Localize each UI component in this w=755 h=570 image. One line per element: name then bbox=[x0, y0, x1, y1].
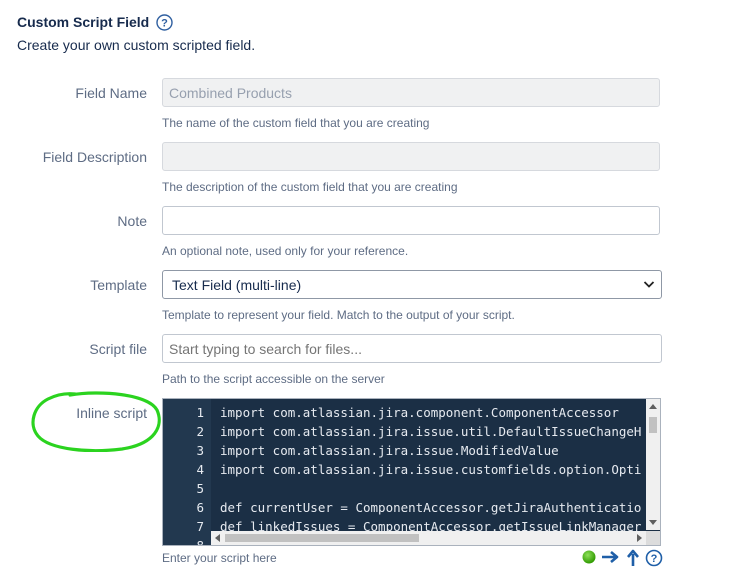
script-file-description: Path to the script accessible on the ser… bbox=[162, 372, 385, 386]
code-line[interactable]: import com.atlassian.jira.issue.Modified… bbox=[220, 443, 559, 458]
annotation-circle bbox=[31, 391, 161, 452]
note-label: Note bbox=[117, 213, 147, 229]
line-number: 1 bbox=[196, 405, 204, 420]
inline-script-description: Enter your script here bbox=[162, 551, 277, 565]
code-line[interactable]: import com.atlassian.jira.issue.customfi… bbox=[220, 462, 641, 477]
template-select[interactable]: Text Field (multi-line) bbox=[162, 270, 662, 299]
template-description: Template to represent your field. Match … bbox=[162, 308, 515, 322]
line-number: 4 bbox=[196, 462, 204, 477]
scroll-up-icon[interactable] bbox=[649, 403, 657, 409]
field-description-label: Field Description bbox=[42, 149, 147, 165]
line-number: 5 bbox=[196, 481, 204, 496]
horizontal-scroll-thumb[interactable] bbox=[225, 534, 419, 542]
arrow-up-icon[interactable] bbox=[625, 549, 641, 567]
code-editor[interactable]: 1 2 3 4 5 6 7 8 import com.atlassian.jir… bbox=[162, 398, 661, 546]
horizontal-scrollbar[interactable] bbox=[211, 531, 646, 545]
code-line[interactable]: import com.atlassian.jira.issue.util.Def… bbox=[220, 424, 641, 439]
page-subtitle: Create your own custom scripted field. bbox=[17, 37, 256, 53]
svg-text:?: ? bbox=[161, 18, 168, 30]
help-icon[interactable]: ? bbox=[156, 14, 173, 31]
line-number: 3 bbox=[196, 443, 204, 458]
code-line[interactable]: import com.atlassian.jira.component.Comp… bbox=[220, 405, 619, 420]
note-description: An optional note, used only for your ref… bbox=[162, 244, 409, 258]
field-name-label: Field Name bbox=[75, 85, 147, 101]
scrollbar-corner bbox=[646, 531, 660, 545]
script-file-input[interactable] bbox=[162, 334, 662, 363]
vertical-scrollbar[interactable] bbox=[646, 399, 660, 530]
vertical-scroll-thumb[interactable] bbox=[649, 417, 657, 433]
field-name-description: The name of the custom field that you ar… bbox=[162, 116, 430, 130]
field-description-help: The description of the custom field that… bbox=[162, 180, 458, 194]
help-circle-icon[interactable]: ? bbox=[645, 549, 663, 567]
template-label: Template bbox=[90, 277, 147, 293]
line-number: 8 bbox=[196, 538, 204, 546]
field-description-input[interactable] bbox=[162, 142, 660, 171]
arrow-right-icon[interactable] bbox=[601, 549, 621, 565]
page-title: Custom Script Field bbox=[17, 14, 150, 30]
line-number: 6 bbox=[196, 500, 204, 515]
note-input[interactable] bbox=[162, 206, 660, 235]
field-name-input[interactable]: Combined Products bbox=[162, 78, 660, 107]
green-circle-icon[interactable] bbox=[581, 549, 597, 565]
scroll-down-icon[interactable] bbox=[649, 520, 657, 526]
chevron-down-icon bbox=[643, 281, 655, 288]
scroll-right-icon[interactable] bbox=[637, 534, 643, 542]
code-line[interactable]: def currentUser = ComponentAccessor.getJ… bbox=[220, 500, 641, 515]
line-number: 7 bbox=[196, 519, 204, 534]
line-number-gutter: 1 2 3 4 5 6 7 8 bbox=[163, 399, 211, 545]
script-file-label: Script file bbox=[89, 341, 147, 357]
template-selected-value: Text Field (multi-line) bbox=[172, 277, 302, 293]
line-number: 2 bbox=[196, 424, 204, 439]
scroll-left-icon[interactable] bbox=[214, 534, 220, 542]
svg-text:?: ? bbox=[651, 553, 658, 565]
